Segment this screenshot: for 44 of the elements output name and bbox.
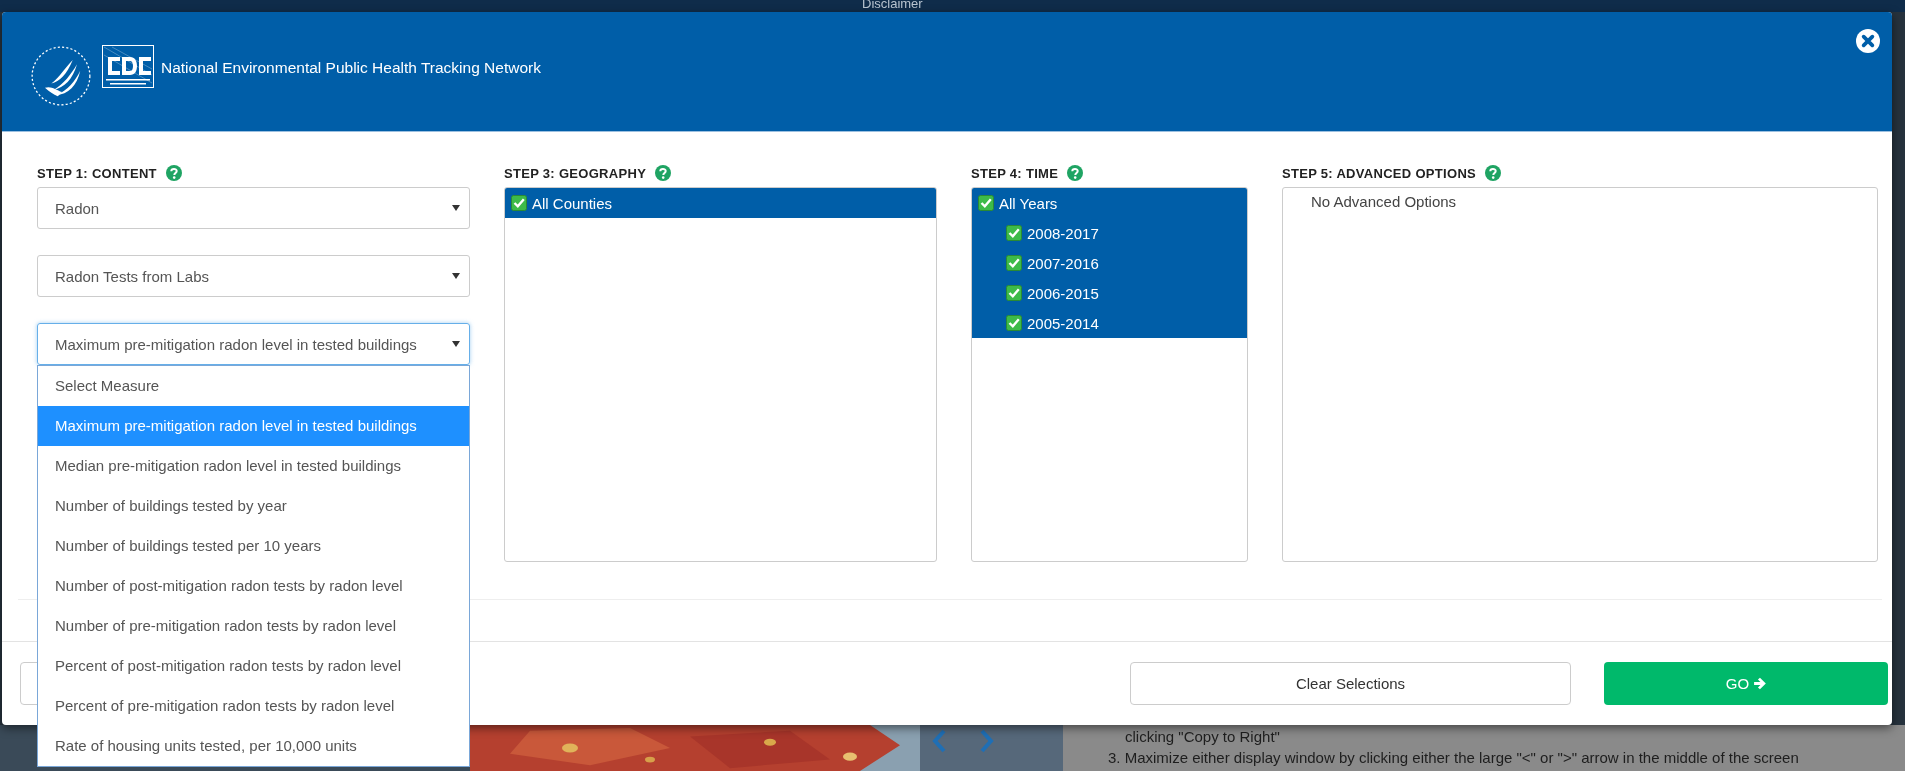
help-icon[interactable] — [655, 165, 672, 181]
dropdown-option[interactable]: Percent of pre-mitigation radon tests by radon level — [38, 686, 469, 726]
instruction-text: 3. Maximize either display window by clicking either the large "<" or ">" arrow in the middle of the screen — [1108, 748, 1800, 768]
help-icon[interactable] — [165, 165, 182, 181]
checkbox[interactable] — [978, 195, 994, 211]
dropdown-option[interactable]: Number of post-mitigation radon tests by radon level — [38, 566, 469, 606]
help-icon[interactable] — [1067, 165, 1084, 181]
tree-item[interactable]: All Years — [972, 188, 1247, 218]
dropdown-option[interactable]: Number of buildings tested per 10 years — [38, 526, 469, 566]
select-field[interactable]: Radon — [37, 187, 470, 229]
instruction-text: clicking "Copy to Right" — [1124, 727, 1281, 747]
checkbox[interactable] — [511, 195, 527, 211]
close-icon[interactable] — [1856, 29, 1880, 53]
checkbox[interactable] — [1006, 225, 1022, 241]
modal-title: National Environmental Public Health Tracking Network — [161, 58, 541, 77]
step-heading: STEP 5: ADVANCED OPTIONS — [1282, 165, 1477, 181]
dropdown-option[interactable]: Median pre-mitigation radon level in tested buildings — [38, 446, 469, 486]
empty-message: No Advanced Options — [1310, 192, 1458, 210]
cdc-logo-icon — [102, 45, 154, 88]
step-heading: STEP 1: CONTENT — [37, 165, 157, 181]
tree-item[interactable]: 2005-2014 — [972, 308, 1247, 338]
tree-item[interactable]: 2007-2016 — [972, 248, 1247, 278]
tree-item[interactable]: 2008-2017 — [972, 218, 1247, 248]
eagle-logo-icon — [30, 44, 92, 107]
caret-icon — [452, 341, 460, 347]
dropdown-option[interactable]: Number of buildings tested by year — [38, 486, 469, 526]
clear-selections-button[interactable]: Clear Selections — [1130, 662, 1571, 705]
dropdown-option[interactable]: Number of pre-mitigation radon tests by radon level — [38, 606, 469, 646]
checkbox[interactable] — [1006, 315, 1022, 331]
caret-icon — [452, 205, 460, 211]
step-heading: STEP 4: TIME — [971, 165, 1059, 181]
dropdown-option[interactable]: Select Measure — [38, 366, 469, 406]
checkbox[interactable] — [1006, 285, 1022, 301]
tree-item[interactable]: 2006-2015 — [972, 278, 1247, 308]
select-field[interactable]: Radon Tests from Labs — [37, 255, 470, 297]
select-field[interactable]: Maximum pre-mitigation radon level in tested buildings — [37, 323, 470, 365]
tree-item[interactable]: All Counties — [505, 188, 936, 218]
caret-icon — [452, 273, 460, 279]
arrow-right-icon — [1753, 677, 1767, 690]
dropdown-option[interactable]: Percent of post-mitigation radon tests by radon level — [38, 646, 469, 686]
checkbox[interactable] — [1006, 255, 1022, 271]
dropdown-option[interactable]: Rate of housing units tested, per 10,000 units — [38, 726, 469, 766]
help-icon[interactable] — [1485, 165, 1502, 181]
step-heading: STEP 3: GEOGRAPHY — [504, 165, 647, 181]
